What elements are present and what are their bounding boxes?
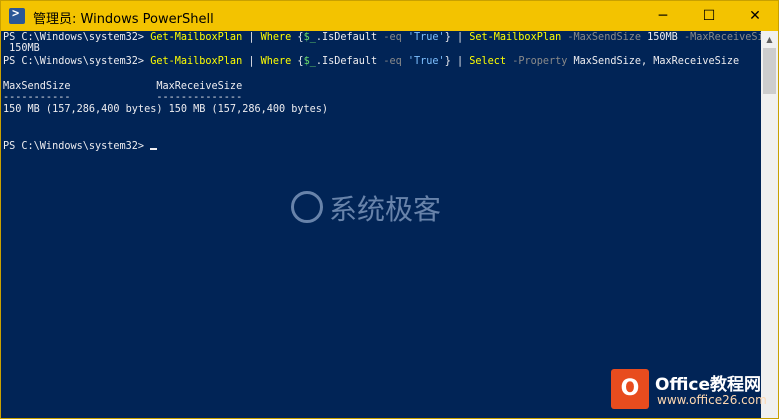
text: .IsDefault [315, 56, 384, 67]
parameter: -MaxSendSize [567, 32, 641, 43]
watermark-text: 系统极客 [329, 193, 442, 226]
watermark: 系统极客 [291, 191, 442, 226]
command-line-1: PS C:\Windows\system32> Get-MailboxPlan … [3, 32, 776, 44]
badge-name: Office教程网 [655, 375, 762, 395]
prompt: PS C:\Windows\system32> [3, 32, 151, 43]
cmdlet: Get-MailboxPlan [150, 56, 243, 67]
variable: $_ [303, 32, 316, 43]
prompt: PS C:\Windows\system32> [3, 56, 151, 67]
powershell-icon[interactable]: > [9, 6, 25, 24]
watermark-logo-icon [291, 191, 323, 223]
maximize-button[interactable]: ☐ [686, 1, 732, 31]
command-line-3[interactable]: PS C:\Windows\system32> [3, 141, 158, 153]
title-bar[interactable]: > 管理员: Windows PowerShell ─ ☐ ✕ [1, 1, 778, 31]
parameter: -eq [383, 32, 402, 43]
cmdlet: Where [260, 32, 292, 43]
window-title: 管理员: Windows PowerShell [33, 12, 214, 27]
pipe: } | [444, 56, 470, 67]
scroll-thumb[interactable] [763, 48, 776, 94]
command-line-2: PS C:\Windows\system32> Get-MailboxPlan … [3, 56, 739, 68]
vertical-scrollbar[interactable]: ▲ [761, 31, 778, 418]
close-button[interactable]: ✕ [732, 1, 778, 31]
cmdlet: Get-MailboxPlan [150, 32, 243, 43]
cmdlet: Set-MailboxPlan [469, 32, 562, 43]
badge-url: www.office26.com [657, 393, 767, 407]
text: { [291, 56, 304, 67]
pipe: | [242, 56, 261, 67]
string: 'True' [407, 32, 445, 43]
text-cursor [150, 148, 158, 150]
string: 'True' [407, 56, 445, 67]
pipe: | [242, 32, 261, 43]
office-logo-icon: O [611, 369, 649, 409]
text: 150MB [641, 32, 684, 43]
scroll-up-arrow-icon[interactable]: ▲ [761, 31, 778, 48]
table-underline: ----------- -------------- [3, 92, 243, 103]
console-output[interactable]: PS C:\Windows\system32> Get-MailboxPlan … [1, 31, 776, 418]
wrapped-line: 150MB [3, 43, 40, 54]
parameter: -eq [383, 56, 402, 67]
office-watermark-badge: O Office教程网 www.office26.com [611, 369, 776, 411]
minimize-button[interactable]: ─ [640, 1, 686, 31]
text: .IsDefault [315, 32, 384, 43]
prompt: PS C:\Windows\system32> [3, 141, 151, 152]
cmdlet: Where [260, 56, 292, 67]
text: { [291, 32, 304, 43]
variable: $_ [303, 56, 316, 67]
table-header: MaxSendSize MaxReceiveSize [3, 81, 243, 92]
powershell-window: > 管理员: Windows PowerShell ─ ☐ ✕ PS C:\Wi… [0, 0, 779, 419]
table-row: 150 MB (157,286,400 bytes) 150 MB (157,2… [3, 104, 329, 115]
pipe: } | [444, 32, 470, 43]
text: MaxSendSize, MaxReceiveSize [567, 56, 740, 67]
parameter: -Property [512, 56, 568, 67]
cmdlet: Select [469, 56, 507, 67]
